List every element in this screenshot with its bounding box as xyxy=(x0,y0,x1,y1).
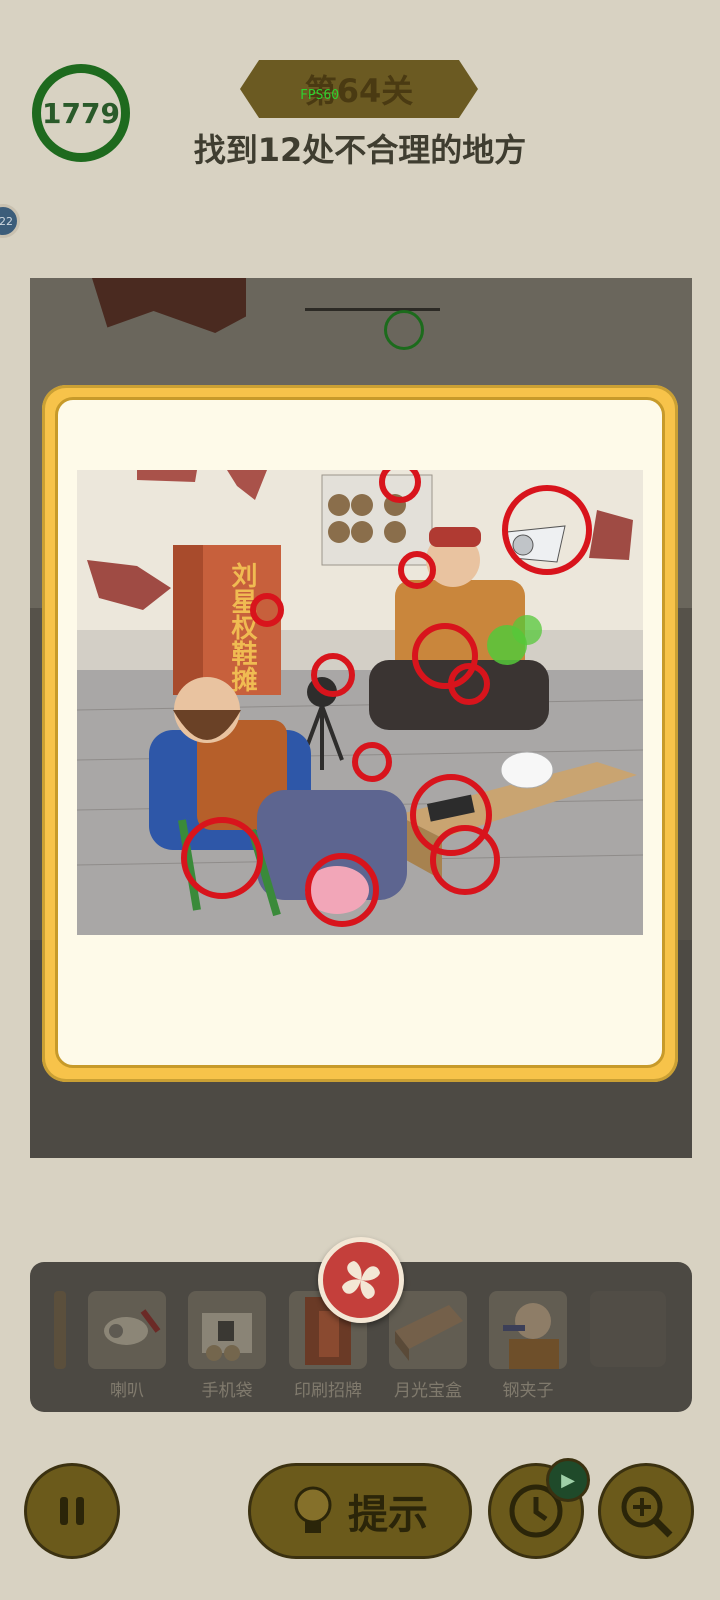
side-badge-value: 22 xyxy=(0,214,13,228)
objective-text: 找到12处不合理的地方 xyxy=(193,131,527,169)
tray-label-steel-clip: 钢夹子 xyxy=(502,1381,554,1401)
moonlight-box-icon xyxy=(395,1305,463,1361)
found-mark-green xyxy=(384,310,424,350)
tray-item-partial xyxy=(54,1291,66,1369)
level-picture: 刘星权鞋摊 xyxy=(77,470,643,935)
zoom-in-icon xyxy=(621,1486,673,1538)
video-ad-icon: ▶ xyxy=(546,1458,590,1502)
fps-counter: FPS60 xyxy=(300,88,340,103)
lightbulb-icon xyxy=(294,1486,332,1533)
tray-label-speaker: 喇叭 xyxy=(110,1381,144,1401)
tray-item-steel-clip[interactable] xyxy=(489,1291,567,1369)
pause-icon xyxy=(60,1497,84,1525)
pause-button[interactable] xyxy=(24,1463,120,1559)
hint-button[interactable]: 提示 xyxy=(248,1463,472,1559)
level-banner: 第64关 xyxy=(240,60,478,118)
tray-item-moonlight-box[interactable] xyxy=(389,1291,467,1369)
tray-label-printed-sign: 印刷招牌 xyxy=(294,1381,362,1401)
level-illustration: 刘星权鞋摊 xyxy=(77,470,643,935)
sign-text: 刘星权鞋摊 xyxy=(227,562,258,693)
tray-item-empty xyxy=(590,1291,666,1367)
steel-clip-icon xyxy=(503,1303,559,1369)
tray-label-phone-bag: 手机袋 xyxy=(201,1381,253,1401)
tray-label-moonlight-box: 月光宝盒 xyxy=(394,1381,462,1401)
speaker-icon xyxy=(104,1309,161,1345)
tray-item-phone-bag[interactable] xyxy=(188,1291,266,1369)
x-cross-icon xyxy=(342,1261,380,1299)
close-button[interactable] xyxy=(318,1237,404,1323)
hint-label: 提示 xyxy=(348,1492,428,1538)
phone-bag-icon xyxy=(202,1313,252,1361)
zoom-button[interactable] xyxy=(598,1463,694,1559)
tray-item-speaker[interactable] xyxy=(88,1291,166,1369)
